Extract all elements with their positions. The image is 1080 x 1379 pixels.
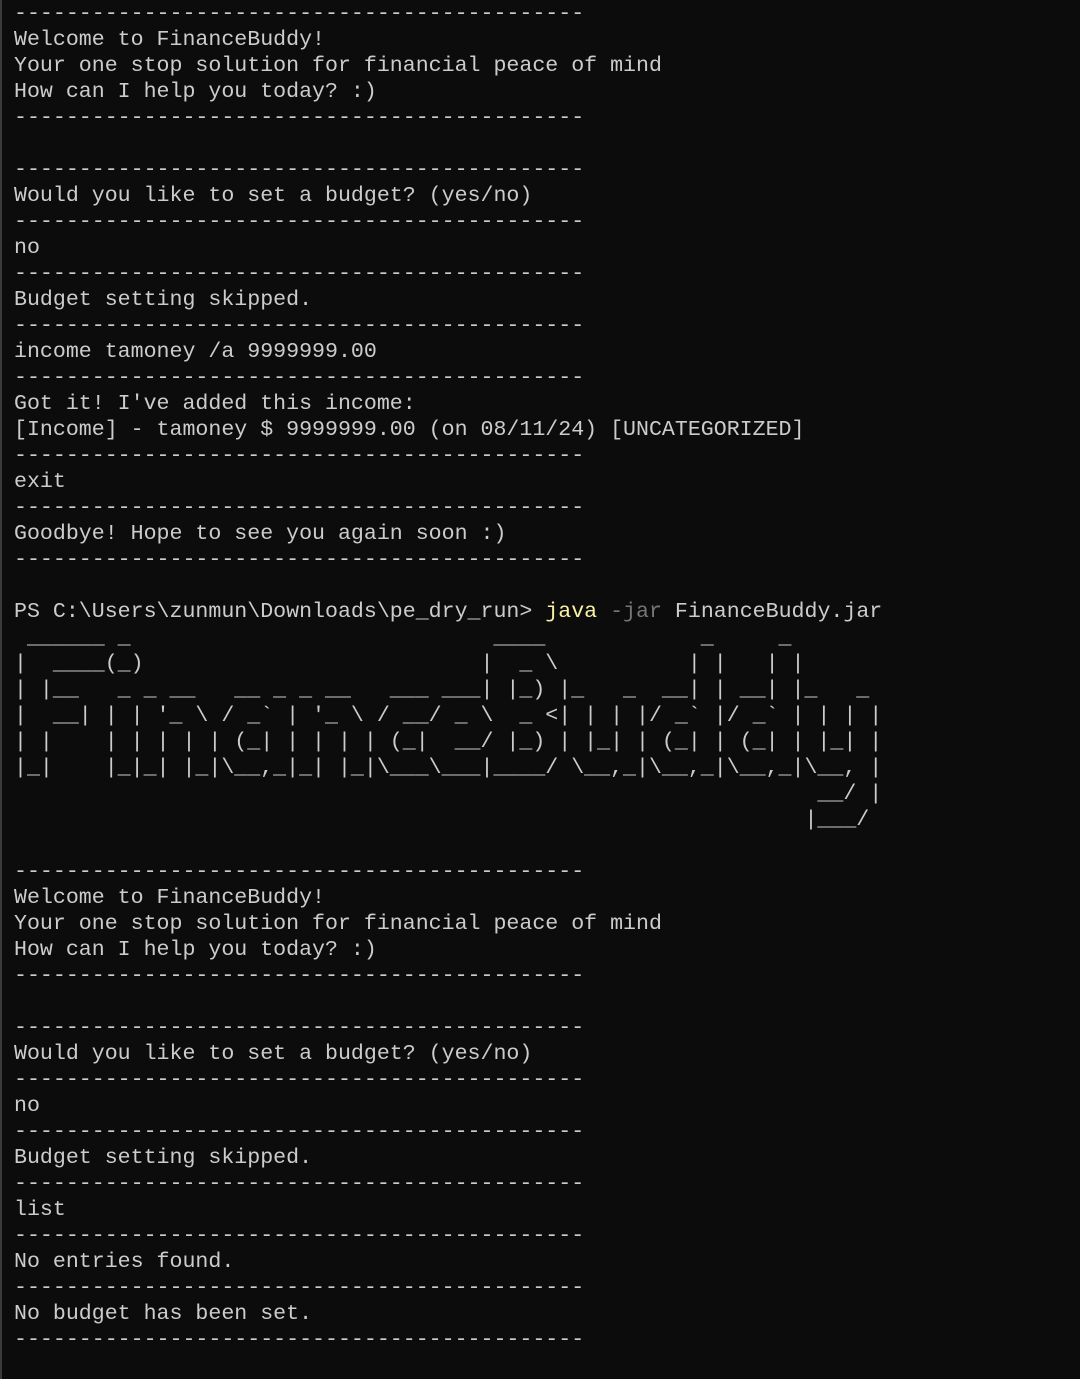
separator: ----------------------------------------… (14, 1016, 585, 1040)
user-input: income tamoney /a 9999999.00 (14, 340, 377, 364)
user-input: no (14, 236, 40, 260)
user-input: exit (14, 470, 66, 494)
budget-skipped-message: Budget setting skipped. (14, 288, 313, 312)
user-input: no (14, 1094, 40, 1118)
separator: ----------------------------------------… (14, 158, 585, 182)
prompt-argument: FinanceBuddy.jar (661, 600, 883, 624)
budget-prompt: Would you like to set a budget? (yes/no) (14, 184, 533, 208)
window-left-edge (0, 0, 2, 1379)
budget-prompt: Would you like to set a budget? (yes/no) (14, 1042, 533, 1066)
welcome-message: Welcome to FinanceBuddy! (14, 886, 326, 910)
tagline-message: Your one stop solution for financial pea… (14, 54, 662, 78)
prompt-path: PS C:\Users\zunmun\Downloads\pe_dry_run> (14, 600, 546, 624)
separator: ----------------------------------------… (14, 1328, 585, 1352)
terminal-output[interactable]: ----------------------------------------… (14, 1, 1074, 1379)
tagline-message: Your one stop solution for financial pea… (14, 912, 662, 936)
income-added-message: Got it! I've added this income: (14, 392, 416, 416)
separator: ----------------------------------------… (14, 1068, 585, 1092)
prompt-parameter: -jar (597, 600, 662, 624)
separator: ----------------------------------------… (14, 262, 585, 286)
separator: ----------------------------------------… (14, 366, 585, 390)
income-entry: [Income] - tamoney $ 9999999.00 (on 08/1… (14, 418, 805, 442)
financebuddy-ascii-logo: ______ _ ____ _ _ | ____(_) | _ \ | | | … (14, 626, 883, 832)
separator: ----------------------------------------… (14, 964, 585, 988)
user-input: list (14, 1198, 66, 1222)
separator: ----------------------------------------… (14, 314, 585, 338)
no-entries-message: No entries found. (14, 1250, 235, 1274)
separator: ----------------------------------------… (14, 106, 585, 130)
prompt-command: java (545, 600, 598, 624)
shell-prompt-line: PS C:\Users\zunmun\Downloads\pe_dry_run>… (14, 599, 1074, 625)
separator: ----------------------------------------… (14, 444, 585, 468)
separator: ----------------------------------------… (14, 1224, 585, 1248)
help-message: How can I help you today? :) (14, 938, 377, 962)
separator: ----------------------------------------… (14, 1172, 585, 1196)
separator: ----------------------------------------… (14, 210, 585, 234)
budget-skipped-message: Budget setting skipped. (14, 1146, 313, 1170)
separator: ----------------------------------------… (14, 860, 585, 884)
help-message: How can I help you today? :) (14, 80, 377, 104)
no-budget-message: No budget has been set. (14, 1302, 313, 1326)
welcome-message: Welcome to FinanceBuddy! (14, 28, 326, 52)
goodbye-message: Goodbye! Hope to see you again soon :) (14, 522, 507, 546)
separator: ----------------------------------------… (14, 496, 585, 520)
separator: ----------------------------------------… (14, 1276, 585, 1300)
separator: ----------------------------------------… (14, 548, 585, 572)
separator: ----------------------------------------… (14, 1120, 585, 1144)
separator: ----------------------------------------… (14, 2, 585, 26)
